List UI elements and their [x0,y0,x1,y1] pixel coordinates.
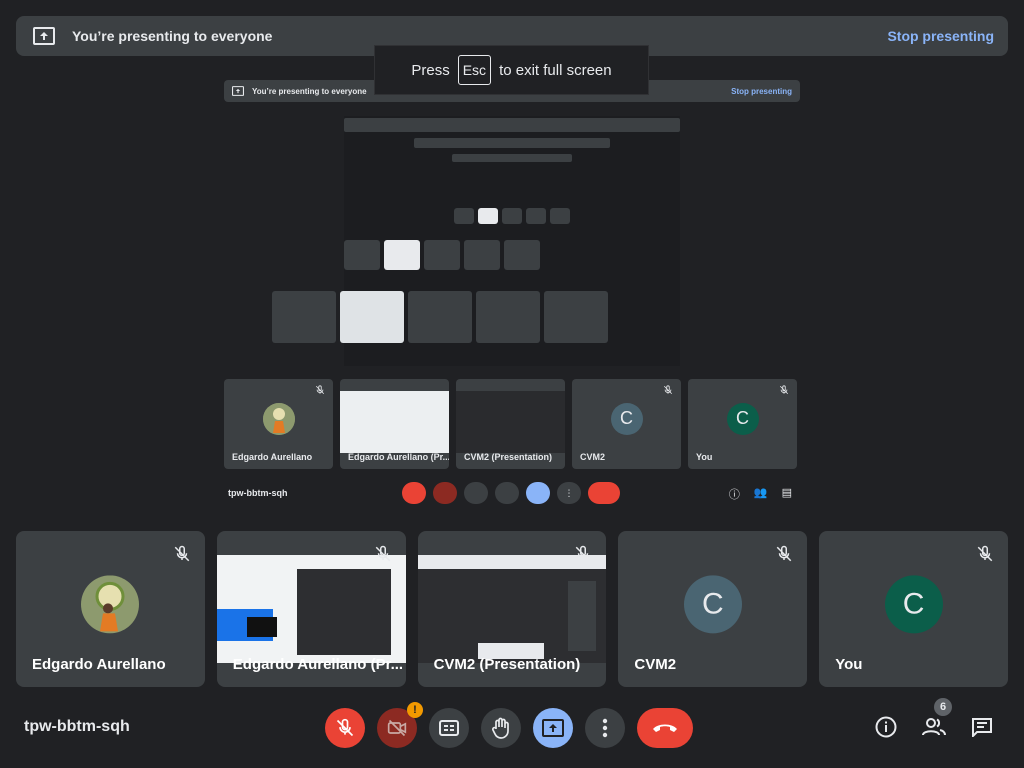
chat-button[interactable] [970,715,994,739]
info-icon: ⓘ [728,489,740,501]
meeting-details-button[interactable] [874,715,898,739]
mirror-banner-text: You’re presenting to everyone [252,86,367,96]
participant-name: Edgardo Aurellano [32,656,166,673]
participant-name: Edgardo Aurellano [232,452,313,462]
nested-banner [344,118,680,132]
participant-tile[interactable]: Edgardo Aurellano (Pr... [216,531,406,687]
participant-name: CVM2 [634,656,677,673]
participant-name: CVM2 [580,452,606,462]
call-end-icon [588,482,620,504]
bottom-control-bar: tpw-bbtm-sqh ! 6 [0,698,1024,756]
call-end-icon [652,722,678,734]
participant-tile[interactable]: Edgardo Aurellano [16,531,205,687]
participant-name: Edgardo Aurellano (Pr... [232,656,404,673]
captions-icon [439,720,459,736]
participant-name: You [696,452,713,462]
present-screen-icon [526,482,550,504]
raise-hand-icon [491,717,511,739]
present-now-button[interactable] [533,708,573,748]
mirror-tile: C You [688,379,797,469]
more-vert-icon [602,718,608,738]
mirror-participant-tiles: Edgardo Aurellano Edgardo Aurellano (Pr.… [224,379,800,469]
mirror-control-bar: tpw-bbtm-sqh ⋮ ⓘ 👥 ▤ [224,480,800,506]
avatar: C [726,402,759,435]
mic-off-icon [779,385,789,395]
mic-off-icon [315,385,325,395]
participant-name: You [835,656,863,673]
chat-icon: ▤ [781,487,792,499]
shared-screen-thumbnail [216,555,406,663]
shared-screen-thumbnail [340,391,449,453]
raise-hand-button[interactable] [481,708,521,748]
nested-tiles-row-3 [272,291,608,343]
participant-name: Edgardo Aurellano (Pr... [348,452,449,462]
mic-off-icon [335,718,355,738]
mirror-tile: Edgardo Aurellano (Pr... [340,379,449,469]
shared-screen-thumbnail [417,555,607,663]
people-icon [922,718,946,736]
mic-off-icon [173,545,191,563]
participant-tile[interactable]: C CVM2 [618,531,808,687]
nested-mirror-screen [272,116,680,366]
nested-banner-3 [452,154,572,162]
toast-prefix: Press [411,61,450,79]
mirror-tile: Edgardo Aurellano [224,379,333,469]
captions-icon [464,482,488,504]
raise-hand-icon [495,482,519,504]
mic-off-icon [976,545,994,563]
mirror-meeting-code: tpw-bbtm-sqh [228,488,288,498]
people-button[interactable]: 6 [922,698,952,739]
presenting-status-text: You’re presenting to everyone [72,28,273,44]
present-screen-icon [32,24,56,48]
esc-key-label: Esc [457,55,492,85]
camera-toggle-button[interactable]: ! [377,702,423,748]
mic-off-icon [402,482,426,504]
toast-suffix: to exit full screen [499,61,612,79]
presented-screen-mirror: You’re presenting to everyone Stop prese… [224,80,800,512]
mic-off-icon [775,545,793,563]
mic-off-icon [374,545,392,563]
chat-icon [971,717,993,737]
avatar: C [610,402,643,435]
nested-tiles-row-2 [344,240,540,270]
camera-off-icon [387,718,407,738]
mirror-present-icon [232,86,244,96]
mic-off-icon [663,385,673,395]
mirror-stop-presenting: Stop presenting [731,86,792,96]
more-vert-icon: ⋮ [557,482,581,504]
mirror-right-icons: ⓘ 👥 ▤ [729,486,792,502]
camera-off-icon [433,482,457,504]
participant-tile[interactable]: C You [819,531,1008,687]
present-screen-icon [542,719,564,737]
exit-fullscreen-toast: Press Esc to exit full screen [374,45,649,95]
avatar [81,575,140,634]
stop-presenting-button[interactable]: Stop presenting [887,28,994,44]
mic-toggle-button[interactable] [325,708,365,748]
avatar [262,402,295,435]
leave-call-button[interactable] [637,708,693,748]
shared-screen-thumbnail [456,391,565,453]
nested-tiles-row-1 [454,208,570,224]
mirror-tile: CVM2 (Presentation) [456,379,565,469]
avatar: C [884,575,943,634]
info-icon [875,716,897,738]
participant-name: CVM2 (Presentation) [464,452,553,462]
mirror-controls: ⋮ [402,482,620,504]
mic-off-icon [574,545,592,563]
people-icon: 👥 [753,487,768,499]
mirror-tile: C CVM2 [572,379,681,469]
meeting-code: tpw-bbtm-sqh [24,718,130,735]
avatar: C [683,575,742,634]
participant-name: CVM2 (Presentation) [433,656,581,673]
more-options-button[interactable] [585,708,625,748]
camera-alert-badge: ! [407,702,423,718]
participant-tile[interactable]: CVM2 (Presentation) [417,531,607,687]
people-count-badge: 6 [934,698,952,716]
nested-banner-2 [414,138,610,148]
participant-tiles: Edgardo Aurellano Edgardo Aurellano (Pr.… [16,531,1008,687]
captions-button[interactable] [429,708,469,748]
